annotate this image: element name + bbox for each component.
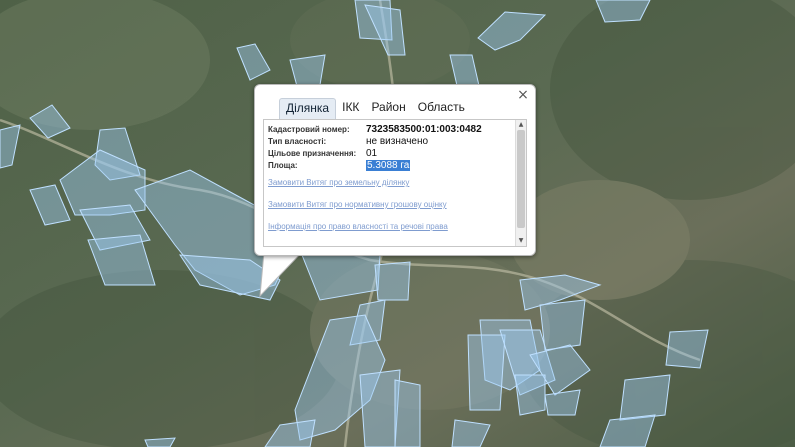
field-cadastral-number: Кадастровий номер: 7323583500:01:003:048… (268, 123, 482, 135)
field-value: не визначено (366, 135, 429, 147)
tab-district[interactable]: Район (365, 98, 411, 118)
field-label: Кадастровий номер: (268, 124, 350, 134)
popup-content: Кадастровий номер: 7323583500:01:003:048… (263, 119, 527, 247)
popup-tabs: Ділянка ІКК Район Область (279, 98, 471, 119)
scroll-up-icon[interactable]: ▲ (517, 121, 525, 129)
scroll-thumb[interactable] (517, 130, 525, 228)
field-purpose: Цільове призначення: 01 (268, 147, 482, 159)
field-value: 7323583500:01:003:0482 (366, 123, 482, 135)
scroll-down-icon[interactable]: ▼ (517, 237, 525, 245)
parcel-fields: Кадастровий номер: 7323583500:01:003:048… (268, 123, 482, 171)
field-label: Площа: (268, 160, 298, 170)
tab-ikk[interactable]: ІКК (336, 98, 365, 118)
field-ownership-type: Тип власності: не визначено (268, 135, 482, 147)
field-area: Площа: 5.3088 га (268, 159, 482, 171)
popup-scrollbar[interactable]: ▲ ▼ (515, 120, 526, 246)
order-valuation-extract-link[interactable]: Замовити Витяг про нормативну грошову оц… (268, 198, 448, 220)
tab-parcel[interactable]: Ділянка (279, 98, 337, 119)
tab-region[interactable]: Область (412, 98, 471, 118)
parcel-info-popup: × Ділянка ІКК Район Область Кадастровий … (254, 84, 536, 256)
ownership-info-link[interactable]: Інформація про право власності та речові… (268, 220, 448, 242)
popup-pointer (259, 252, 303, 298)
field-value-selected: 5.3088 га (366, 159, 411, 171)
popup-links: Замовити Витяг про земельну ділянку Замо… (268, 176, 448, 242)
close-icon[interactable]: × (516, 88, 530, 102)
order-parcel-extract-link[interactable]: Замовити Витяг про земельну ділянку (268, 176, 448, 198)
field-label: Цільове призначення: (268, 148, 357, 158)
field-label: Тип власності: (268, 136, 327, 146)
field-value: 01 (366, 147, 378, 159)
